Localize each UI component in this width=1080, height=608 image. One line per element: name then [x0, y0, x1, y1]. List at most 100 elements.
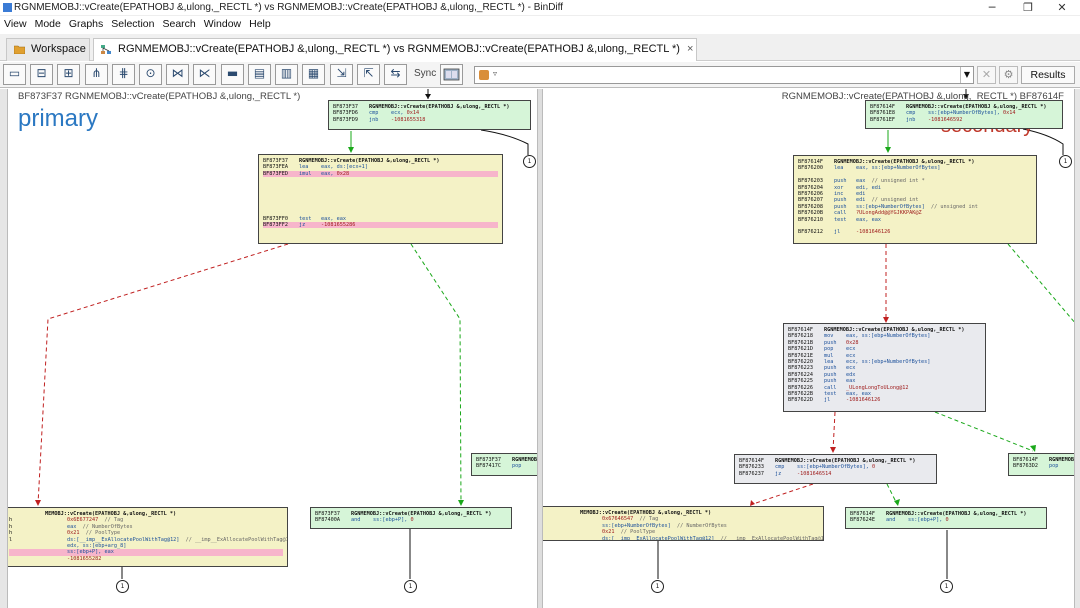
tab-workspace[interactable]: Workspace [6, 38, 90, 61]
secondary-graph-pane[interactable]: RGNMEMOBJ::vCreate(EPATHOBJ &,ulong,_REC… [542, 89, 1075, 608]
menu-view[interactable]: View [0, 16, 31, 30]
split-view-button[interactable]: ⊟ [30, 64, 53, 85]
zoom-fit-secondary-button[interactable]: ⋉ [193, 64, 216, 85]
menu-window[interactable]: Window [200, 16, 245, 30]
continuation-circle[interactable]: 1 [940, 580, 953, 593]
table-view-button[interactable]: ▦ [302, 64, 325, 85]
search-input[interactable]: ▿ ▼ [474, 66, 974, 84]
asm-address: BF8763D2 [1013, 463, 1038, 470]
hierarchic-layout-button[interactable]: ⋔ [85, 64, 108, 85]
menu-help[interactable]: Help [245, 16, 275, 30]
primary-basic-block[interactable]: MEMOBJ::vCreate(EPATHOBJ &,ulong,_RECTL … [8, 507, 288, 567]
sync-toggle-button[interactable] [440, 64, 463, 85]
asm-immediate: -1081646126 [846, 397, 881, 404]
circular-layout-icon: ⊙ [145, 66, 156, 80]
results-button[interactable]: Results [1021, 66, 1075, 84]
continuation-circle[interactable]: 1 [1059, 155, 1072, 168]
secondary-basic-block[interactable]: BF87614FRGNMEMOBJ::vCreate(EPATHOBJ &,ul… [793, 155, 1037, 244]
secondary-basic-block[interactable]: MEMOBJ::vCreate(EPATHOBJ &,ulong,_RECTL … [543, 506, 824, 541]
combined-view-icon: ⊞ [63, 66, 74, 80]
asm-operand: ss:[ebp+NumberOfBytes] [856, 203, 925, 210]
left-gutter [0, 89, 7, 608]
asm-operand: ss:[ebp+P], eax [67, 549, 114, 556]
asm-operand: edi [856, 197, 866, 204]
asm-immediate: ?ULongAdd@@YGJKKPAK@Z [856, 210, 922, 217]
asm-operand: ss:[ebp+NumberOfBytes], [797, 464, 872, 471]
menu-mode[interactable]: Mode [31, 16, 65, 30]
circular-layout-button[interactable]: ⊙ [139, 64, 162, 85]
pane-view-button[interactable]: ▭ [3, 64, 26, 85]
graph-overview-button[interactable]: ▤ [248, 64, 271, 85]
diff-graph-icon [101, 45, 111, 54]
asm-line: l ds:[__imp__ExAllocatePoolWithTag@12] //… [9, 537, 287, 543]
asm-address: BF876237 [739, 470, 764, 477]
asm-mnemonic: jl [824, 397, 831, 404]
search-settings-gear-icon[interactable]: ⚙ [999, 66, 1018, 84]
table-view-icon: ▦ [307, 66, 320, 80]
tab-close-icon[interactable]: × [687, 43, 693, 55]
continuation-circle[interactable]: 1 [404, 580, 417, 593]
asm-operand: edi, edi [856, 184, 881, 191]
window-title: RGNMEMOBJ::vCreate(EPATHOBJ &,ulong,_REC… [14, 2, 564, 13]
primary-basic-block[interactable]: BF873F37RGNMEMOBJ::vCreate(EPATHOBJ &,ul… [258, 154, 503, 244]
maximize-button[interactable]: ❐ [1012, 0, 1044, 16]
function-name: RGNMEMOBJ::vCreate(EPATHOBJ &,ulong,_REC… [906, 104, 1047, 110]
edge-p2-p5 [410, 243, 462, 505]
orthogonal-layout-button[interactable]: ⋕ [112, 64, 135, 85]
asm-immediate: 0x6E677247 [67, 517, 99, 524]
asm-immediate: -1081646126 [856, 229, 891, 236]
zoom-fit-secondary-icon: ⋉ [198, 66, 211, 80]
close-button[interactable]: ✕ [1046, 0, 1078, 16]
edge-s4-s6 [752, 483, 814, 505]
filter-icon: ▿ [493, 69, 498, 78]
asm-mnemonic: test [834, 216, 847, 223]
screen-view-button[interactable]: ▬ [221, 64, 244, 85]
asm-operand: edi [856, 190, 866, 197]
search-mode-icon[interactable] [479, 70, 489, 80]
select-predecessors-button[interactable]: ⇱ [357, 64, 380, 85]
asm-mnemonic: and [351, 517, 361, 524]
continuation-circle[interactable]: 1 [523, 155, 536, 168]
zoom-fit-primary-icon: ⋈ [171, 66, 184, 80]
asm-mnemonic: lea [834, 165, 844, 172]
primary-basic-block[interactable]: BF873F37RGNMEMOBJ::vCreate(EPATHOBJ &,ul… [471, 453, 537, 476]
asm-mnemonic: pop [512, 463, 522, 470]
secondary-basic-block[interactable]: BF87614FRGNMEMOBJ::vCreate(EPATHOBJ &,ul… [734, 454, 937, 484]
clear-search-button[interactable]: ✕ [977, 66, 996, 84]
tab-workspace-label: Workspace [31, 43, 86, 55]
asm-address: BF87400A [315, 517, 340, 524]
primary-basic-block[interactable]: BF873F37RGNMEMOBJ::vCreate(EPATHOBJ &,ul… [310, 507, 512, 529]
arrow-head [885, 147, 891, 153]
menu-search[interactable]: Search [158, 16, 199, 30]
continuation-circle[interactable]: 1 [651, 580, 664, 593]
tree-view-button[interactable]: ▥ [275, 64, 298, 85]
menu-selection[interactable]: Selection [107, 16, 158, 30]
secondary-basic-block[interactable]: BF87614FRGNMEMOBJ::vCreate(EPATHOBJ &,ul… [865, 100, 1063, 129]
select-neighbours-button[interactable]: ⇆ [384, 64, 407, 85]
folder-icon [14, 45, 25, 54]
select-successors-button[interactable]: ⇲ [330, 64, 353, 85]
secondary-basic-block[interactable]: BF87614FRGNMEMOBJ::vCreate(EPATHOBJ &,ul… [783, 323, 986, 412]
asm-operand: eax, eax [321, 215, 346, 222]
asm-comment: // unsigned int [865, 197, 919, 204]
asm-operand: ecx, ss:[ebp+NumberOfBytes] [846, 358, 931, 365]
asm-mnemonic: jl [834, 229, 841, 236]
search-dropdown-icon[interactable]: ▼ [960, 67, 973, 83]
secondary-basic-block[interactable]: BF87614FRGNMEMOBJ::vCreate(EPATHOBJ &,ul… [845, 507, 1047, 529]
asm-immediate: 0 [410, 517, 414, 524]
asm-immediate: 0x21 [67, 530, 80, 537]
primary-basic-block[interactable]: BF873F37RGNMEMOBJ::vCreate(EPATHOBJ &,ul… [328, 100, 531, 130]
menu-graphs[interactable]: Graphs [65, 16, 107, 30]
select-neighbours-icon: ⇆ [390, 66, 401, 80]
asm-immediate: 0x14 [406, 110, 420, 117]
combined-view-button[interactable]: ⊞ [57, 64, 80, 85]
tree-view-icon: ▥ [280, 66, 293, 80]
secondary-basic-block[interactable]: BF87614FRGNMEMOBJ::vCreate(EPATHOBJ &,ul… [1008, 453, 1074, 476]
minimize-button[interactable]: ─ [976, 0, 1008, 16]
asm-address: BF876200 [798, 165, 823, 172]
zoom-fit-primary-button[interactable]: ⋈ [166, 64, 189, 85]
continuation-circle[interactable]: 1 [116, 580, 129, 593]
tab-diff[interactable]: RGNMEMOBJ::vCreate(EPATHOBJ &,ulong,_REC… [93, 38, 697, 61]
asm-address: BF87624E [850, 517, 875, 524]
primary-graph-pane[interactable]: BF873F37 RGNMEMOBJ::vCreate(EPATHOBJ &,u… [7, 89, 538, 608]
